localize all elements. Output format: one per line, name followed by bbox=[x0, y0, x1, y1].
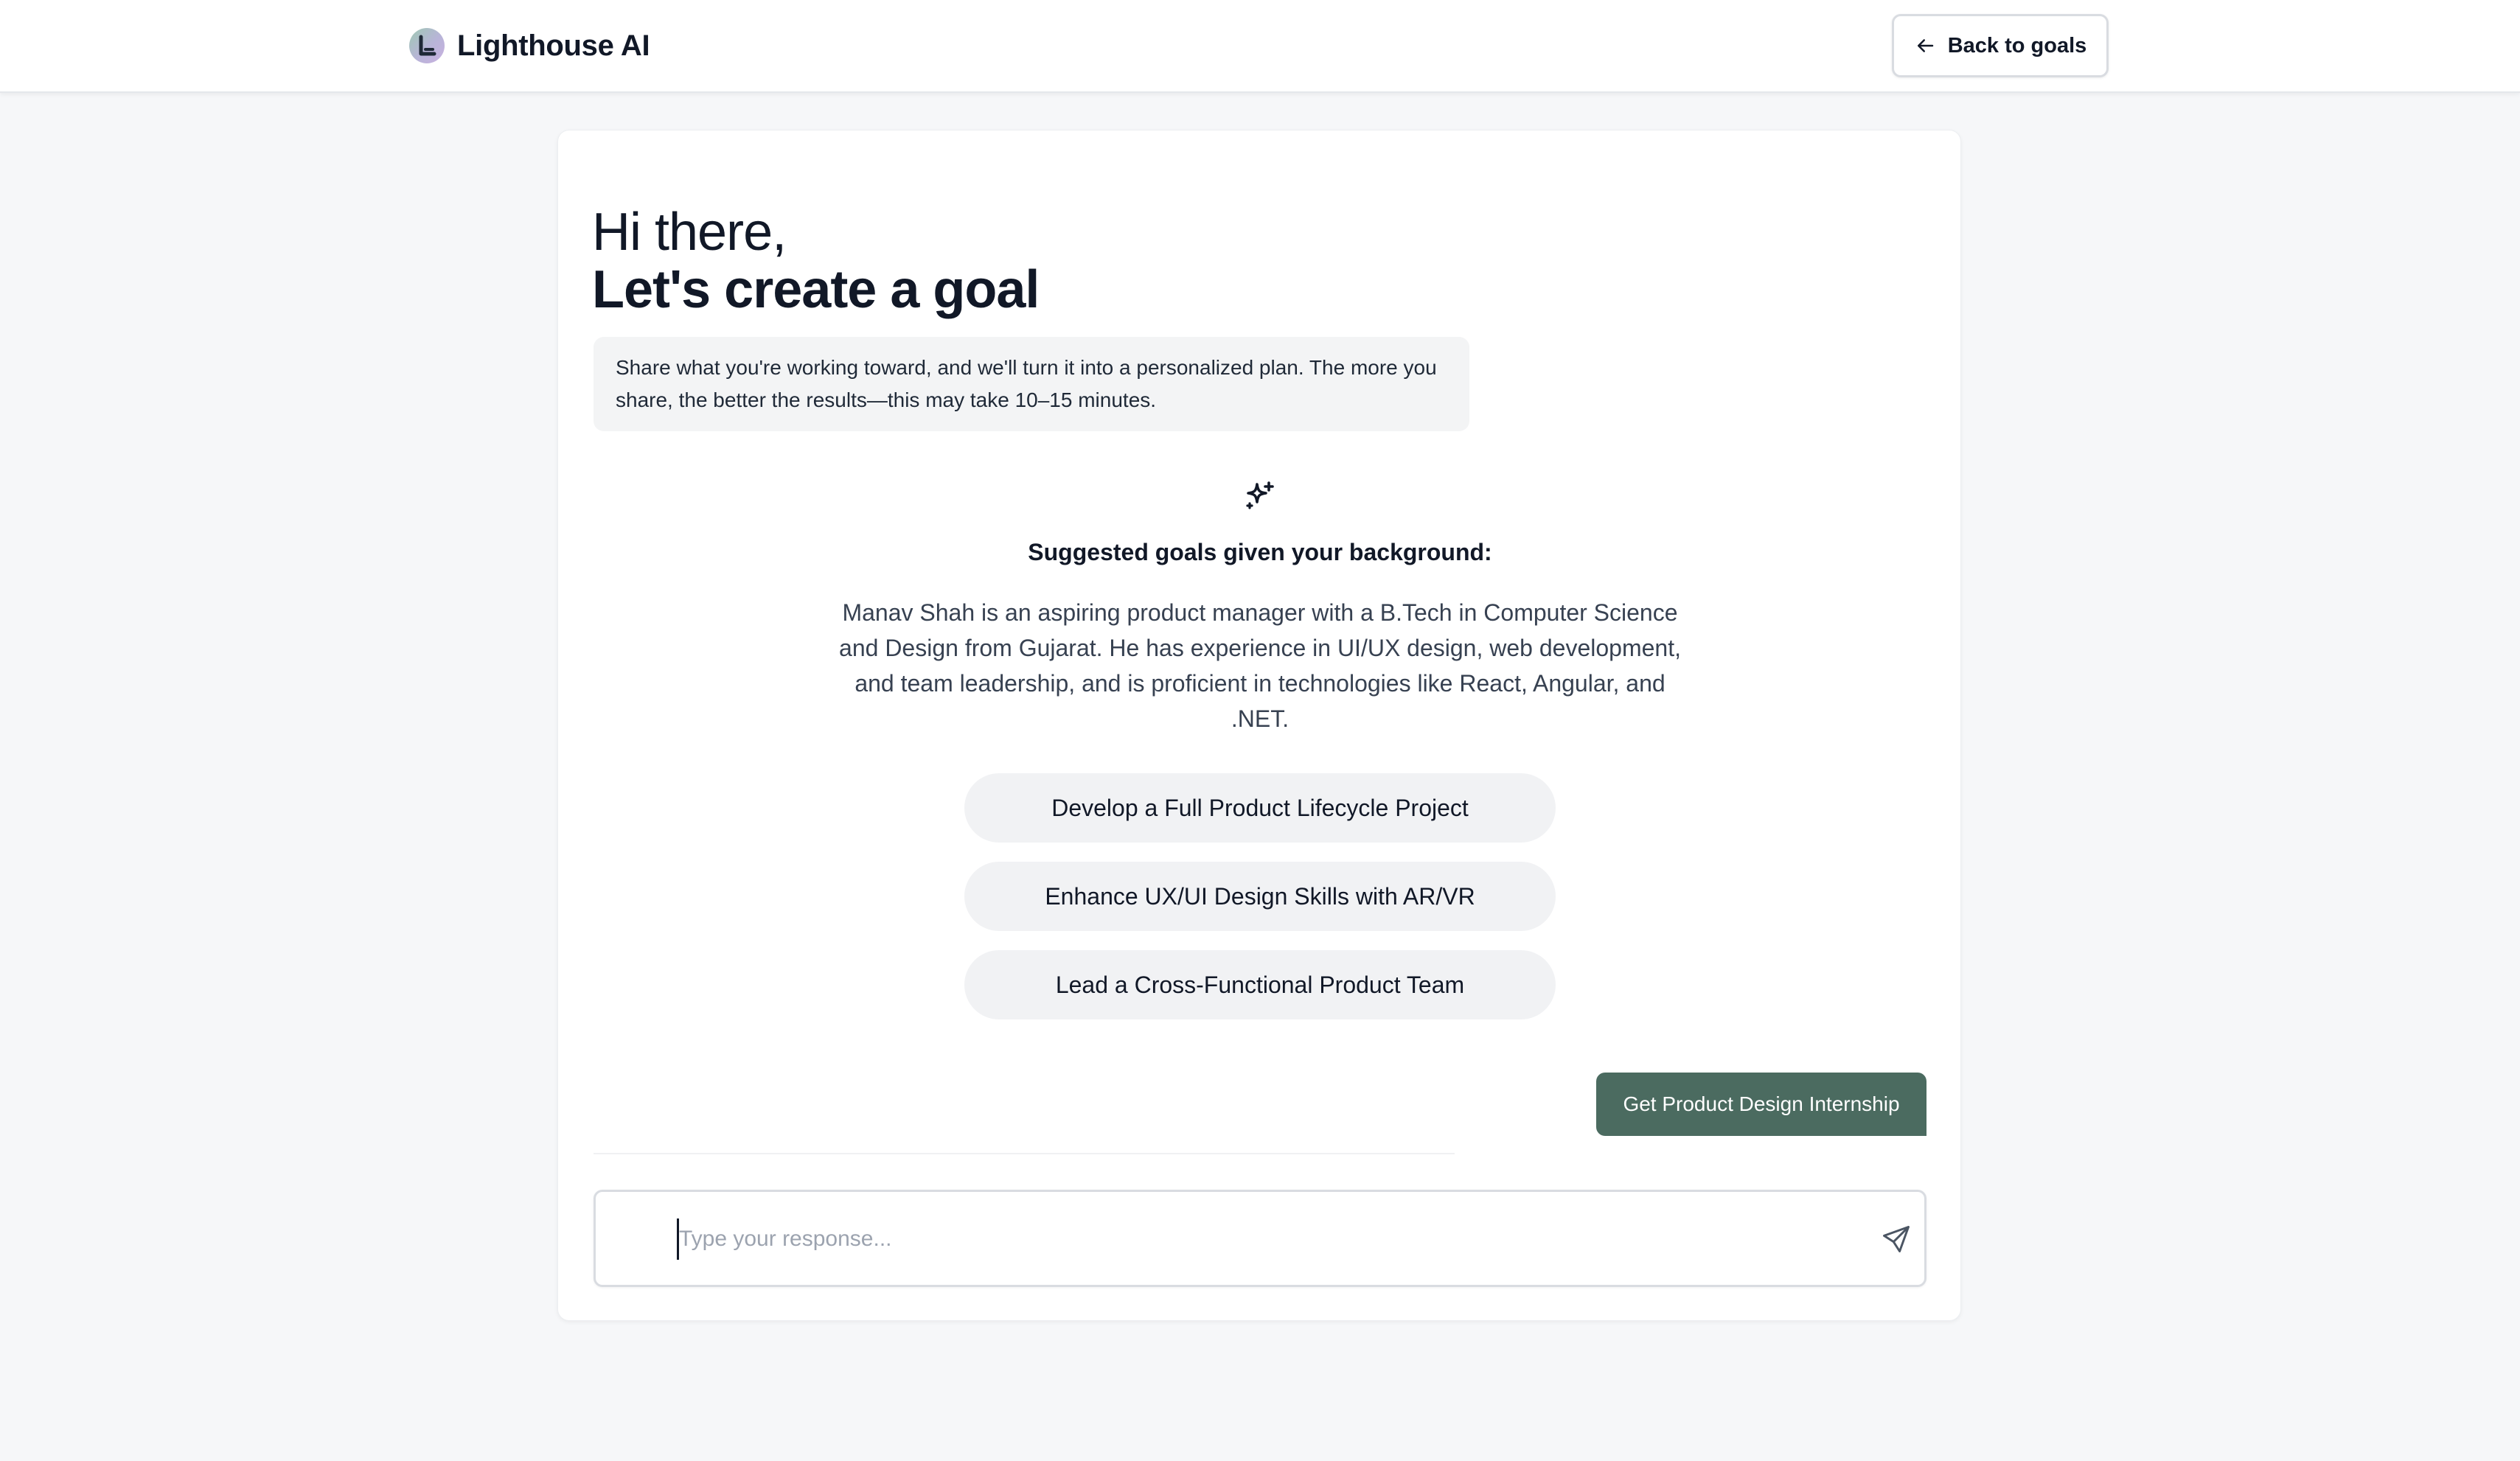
suggested-goal-button[interactable]: Enhance UX/UI Design Skills with AR/VR bbox=[964, 862, 1556, 931]
intro-message: Share what you're working toward, and we… bbox=[594, 337, 1469, 431]
back-to-goals-button[interactable]: Back to goals bbox=[1892, 14, 2109, 77]
suggested-goals-title: Suggested goals given your background: bbox=[1028, 539, 1492, 565]
top-bar: Lighthouse AI Back to goals bbox=[0, 0, 2520, 93]
response-composer bbox=[594, 1190, 1926, 1287]
page-title: Let's create a goal bbox=[592, 260, 1040, 319]
user-message-bubble: Get Product Design Internship bbox=[1596, 1073, 1926, 1136]
background-summary: Manav Shah is an aspiring product manage… bbox=[839, 599, 1681, 732]
brand-name: Lighthouse AI bbox=[457, 29, 650, 62]
divider bbox=[594, 1153, 1455, 1154]
greeting: Hi there, bbox=[592, 203, 787, 262]
brand[interactable]: Lighthouse AI bbox=[408, 25, 650, 66]
response-input[interactable] bbox=[677, 1218, 1844, 1260]
arrow-left-icon bbox=[1917, 39, 1933, 52]
suggested-goal-button[interactable]: Lead a Cross-Functional Product Team bbox=[964, 950, 1556, 1019]
suggested-goal-button[interactable]: Develop a Full Product Lifecycle Project bbox=[964, 773, 1556, 843]
sparkles-icon bbox=[1246, 481, 1274, 509]
goal-creation-card: Hi there, Let's create a goal Share what… bbox=[557, 130, 1961, 1321]
lighthouse-logo-icon bbox=[409, 28, 445, 63]
send-icon[interactable] bbox=[1880, 1223, 1912, 1255]
back-to-goals-label: Back to goals bbox=[1947, 33, 2087, 57]
